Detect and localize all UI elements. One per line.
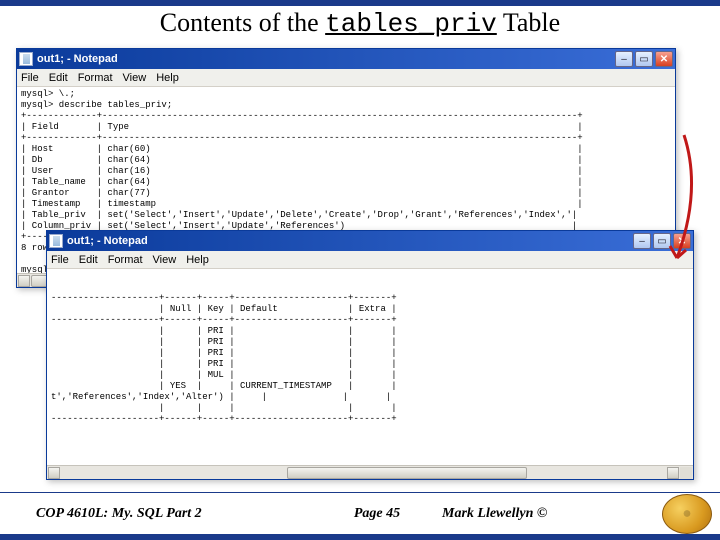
minimize-button[interactable]: – <box>633 233 651 249</box>
scroll-left-icon[interactable] <box>48 467 60 479</box>
maximize-button[interactable]: ▭ <box>635 51 653 67</box>
notepad-window-2: out1; - Notepad – ▭ ✕ File Edit Format V… <box>46 230 694 480</box>
menu-help[interactable]: Help <box>156 72 179 84</box>
menu-view[interactable]: View <box>153 254 177 266</box>
slide-footer: COP 4610L: My. SQL Part 2 Page 45 Mark L… <box>0 492 720 534</box>
menu-file[interactable]: File <box>51 254 69 266</box>
minimize-button[interactable]: – <box>615 51 633 67</box>
menu-file[interactable]: File <box>21 72 39 84</box>
notepad-icon <box>49 234 63 248</box>
window-title: out1; - Notepad <box>67 235 633 247</box>
university-logo-icon <box>662 494 712 534</box>
notepad-content[interactable]: --------------------+------+-----+------… <box>47 269 693 465</box>
window-title: out1; - Notepad <box>37 53 615 65</box>
footer-author: Mark Llewellyn © <box>442 506 662 522</box>
footer-course: COP 4610L: My. SQL Part 2 <box>0 506 312 522</box>
scroll-corner <box>680 467 692 479</box>
menu-view[interactable]: View <box>123 72 147 84</box>
window-buttons: – ▭ ✕ <box>615 51 673 67</box>
scroll-thumb[interactable] <box>287 467 527 479</box>
titlebar[interactable]: out1; - Notepad – ▭ ✕ <box>47 231 693 251</box>
scroll-left-icon[interactable] <box>18 275 30 287</box>
notepad-icon <box>19 52 33 66</box>
window-buttons: – ▭ ✕ <box>633 233 691 249</box>
close-button[interactable]: ✕ <box>655 51 673 67</box>
close-button[interactable]: ✕ <box>673 233 691 249</box>
maximize-button[interactable]: ▭ <box>653 233 671 249</box>
scroll-right-icon[interactable] <box>667 467 679 479</box>
menu-edit[interactable]: Edit <box>79 254 98 266</box>
footer-page: Page 45 <box>312 506 442 522</box>
horizontal-scrollbar[interactable] <box>47 465 693 479</box>
menu-format[interactable]: Format <box>78 72 113 84</box>
menubar: File Edit Format View Help <box>47 251 693 269</box>
menubar: File Edit Format View Help <box>17 69 675 87</box>
menu-edit[interactable]: Edit <box>49 72 68 84</box>
titlebar[interactable]: out1; - Notepad – ▭ ✕ <box>17 49 675 69</box>
menu-help[interactable]: Help <box>186 254 209 266</box>
menu-format[interactable]: Format <box>108 254 143 266</box>
